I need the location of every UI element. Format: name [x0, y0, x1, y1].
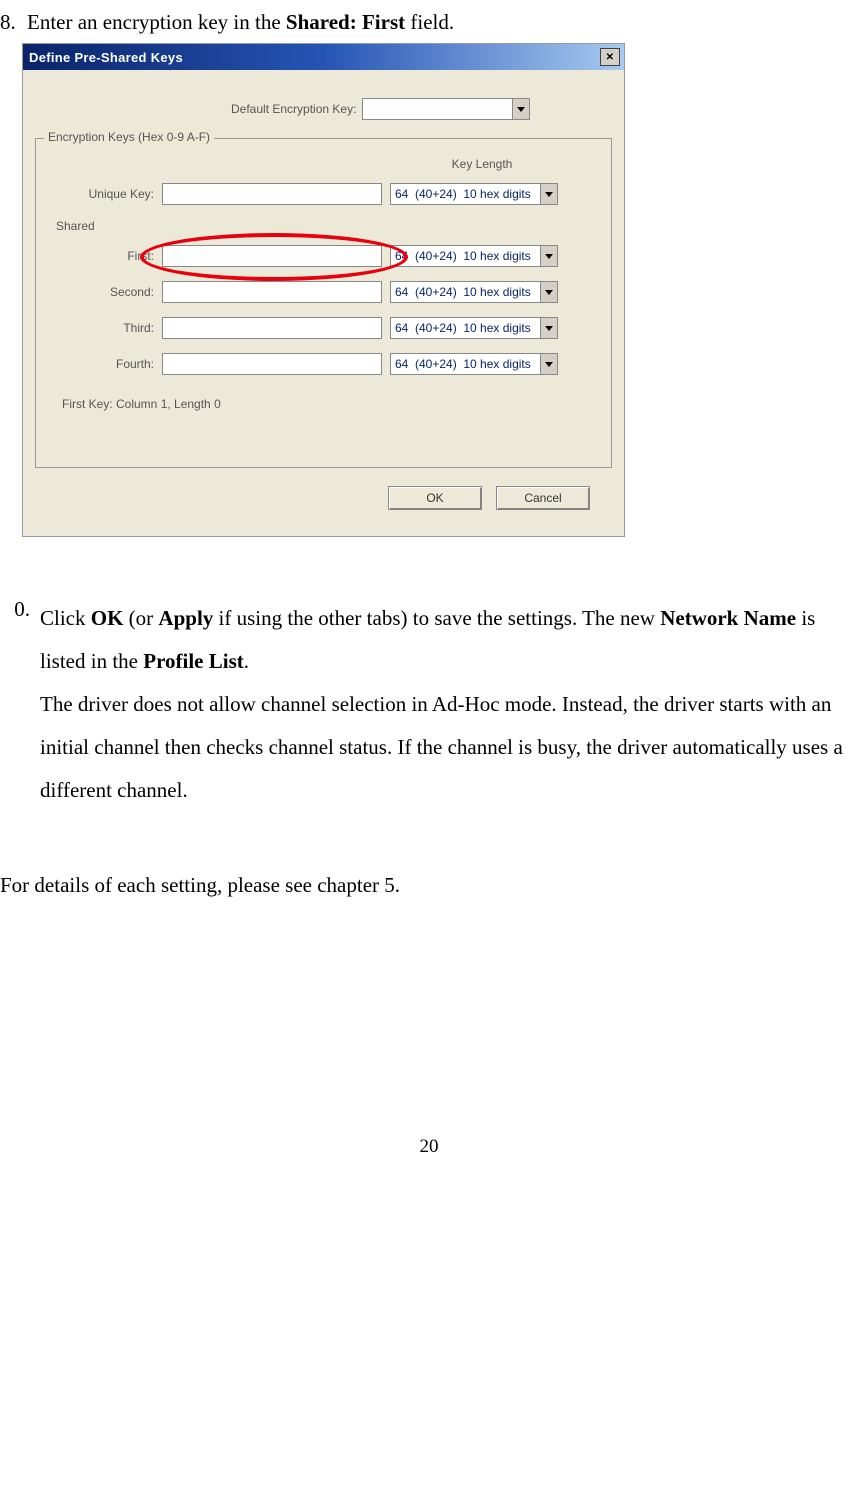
chevron-down-icon: [545, 254, 553, 259]
unique-combo-dropdown[interactable]: [540, 183, 558, 205]
second-combo-dropdown[interactable]: [540, 281, 558, 303]
first-key-length-input[interactable]: [390, 245, 540, 267]
unique-key-label: Unique Key:: [46, 187, 154, 201]
third-key-length-combo[interactable]: [390, 317, 558, 339]
first-key-label: First:: [46, 249, 154, 263]
default-encryption-label: Default Encryption Key:: [231, 102, 356, 116]
third-key-label: Third:: [46, 321, 154, 335]
step8-text: Enter an encryption key in the Shared: F…: [27, 10, 454, 34]
third-key-input[interactable]: [162, 317, 382, 339]
key-length-header: Key Length: [398, 157, 566, 171]
page-number: 20: [0, 1136, 858, 1158]
unique-key-input[interactable]: [162, 183, 382, 205]
step0-number: 0.: [0, 597, 30, 812]
chevron-down-icon: [517, 107, 525, 112]
second-key-length-input[interactable]: [390, 281, 540, 303]
cancel-button[interactable]: Cancel: [496, 486, 590, 510]
step0-content: Click OK (or Apply if using the other ta…: [40, 597, 858, 812]
step8-number: 8.: [0, 10, 16, 35]
group-legend: Encryption Keys (Hex 0-9 A-F): [44, 130, 214, 144]
third-key-length-input[interactable]: [390, 317, 540, 339]
ok-button[interactable]: OK: [388, 486, 482, 510]
chevron-down-icon: [545, 326, 553, 331]
third-combo-dropdown[interactable]: [540, 317, 558, 339]
b4: Profile List: [143, 649, 244, 673]
fourth-key-label: Fourth:: [46, 357, 154, 371]
default-encryption-combo[interactable]: [362, 98, 530, 120]
b1: OK: [91, 606, 124, 630]
default-encryption-input[interactable]: [362, 98, 512, 120]
fourth-combo-dropdown[interactable]: [540, 353, 558, 375]
chevron-down-icon: [545, 290, 553, 295]
fourth-key-length-input[interactable]: [390, 353, 540, 375]
key-status-line: First Key: Column 1, Length 0: [62, 397, 601, 411]
b3: Network Name: [660, 606, 796, 630]
chevron-down-icon: [545, 362, 553, 367]
step8-suffix: field.: [405, 10, 454, 34]
second-key-label: Second:: [46, 285, 154, 299]
define-pre-shared-keys-dialog: Define Pre-Shared Keys ✕ Default Encrypt…: [22, 43, 625, 537]
titlebar: Define Pre-Shared Keys ✕: [23, 44, 624, 70]
shared-heading: Shared: [56, 219, 601, 233]
step0-para2: The driver does not allow channel select…: [40, 683, 858, 812]
footer-line: For details of each setting, please see …: [0, 866, 858, 906]
first-combo-dropdown[interactable]: [540, 245, 558, 267]
step8-prefix: Enter an encryption key in the: [27, 10, 286, 34]
unique-key-length-combo[interactable]: [390, 183, 558, 205]
fourth-key-input[interactable]: [162, 353, 382, 375]
fourth-key-length-combo[interactable]: [390, 353, 558, 375]
dialog-title: Define Pre-Shared Keys: [29, 50, 600, 65]
chevron-down-icon: [545, 192, 553, 197]
close-icon: ✕: [606, 52, 615, 63]
t2: (or: [123, 606, 158, 630]
t1: Click: [40, 606, 91, 630]
encryption-keys-group: Encryption Keys (Hex 0-9 A-F) Key Length…: [35, 138, 612, 468]
second-key-input[interactable]: [162, 281, 382, 303]
b2: Apply: [158, 606, 213, 630]
unique-key-length-input[interactable]: [390, 183, 540, 205]
t3: if using the other tabs) to save the set…: [213, 606, 660, 630]
default-combo-dropdown[interactable]: [512, 98, 530, 120]
second-key-length-combo[interactable]: [390, 281, 558, 303]
step8-bold: Shared: First: [286, 10, 405, 34]
close-button[interactable]: ✕: [600, 48, 620, 66]
first-key-input[interactable]: [162, 245, 382, 267]
first-key-length-combo[interactable]: [390, 245, 558, 267]
t5: .: [244, 649, 249, 673]
